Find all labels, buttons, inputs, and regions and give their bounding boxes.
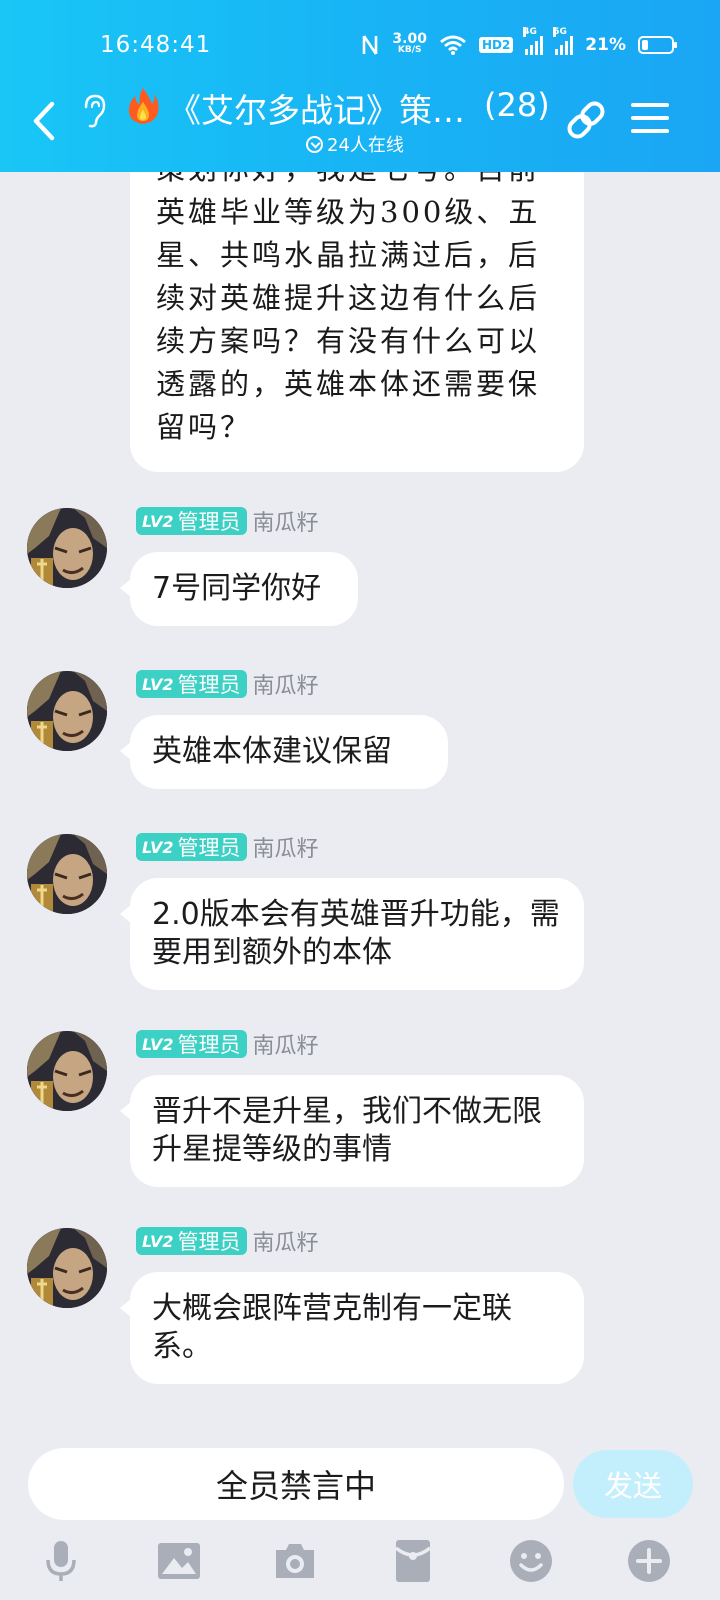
wifi-icon <box>440 35 466 55</box>
net-speed: 3.00 KB/S <box>392 31 427 55</box>
avatar[interactable] <box>27 671 107 751</box>
ear-icon[interactable] <box>78 93 108 129</box>
message-meta: LV2 管理员 南瓜籽 <box>136 505 319 537</box>
avatar[interactable] <box>27 1228 107 1308</box>
status-time: 16:48:41 <box>100 32 212 58</box>
plus-icon[interactable] <box>626 1538 672 1584</box>
avatar-image <box>27 1031 107 1111</box>
back-arrow-icon[interactable] <box>26 96 66 146</box>
sender-name[interactable]: 南瓜籽 <box>253 1225 319 1257</box>
chat-header: 16:48:41 3.00 KB/S HD2 4G 5G 21% 《艾尔多战记》… <box>0 0 720 172</box>
avatar-image <box>27 508 107 588</box>
message-meta: LV2 管理员 南瓜籽 <box>136 668 319 700</box>
message-text: 2.0版本会有英雄晋升功能，需要用到额外的本体 <box>152 897 560 970</box>
message-bubble[interactable]: 晋升不是升星，我们不做无限升星提等级的事情 <box>120 1075 584 1187</box>
nfc-icon <box>363 35 378 55</box>
status-bar: 16:48:41 3.00 KB/S HD2 4G 5G 21% <box>0 0 720 90</box>
message-bubble[interactable]: 2.0版本会有英雄晋升功能，需要用到额外的本体 <box>120 878 584 990</box>
cellular-signal-icon: 4G <box>523 27 544 55</box>
admin-badge: LV2 管理员 <box>136 507 247 535</box>
message-bubble[interactable]: 大概会跟阵营克制有一定联系。 <box>120 1272 584 1384</box>
input-bar: 全员禁言中 发送 <box>0 1430 720 1520</box>
message-meta: LV2 管理员 南瓜籽 <box>136 831 319 863</box>
online-status[interactable]: 24人在线 <box>306 132 404 156</box>
sender-name[interactable]: 南瓜籽 <box>253 505 319 537</box>
admin-badge: LV2 管理员 <box>136 1030 247 1058</box>
menu-icon[interactable] <box>630 100 670 136</box>
avatar[interactable] <box>27 1031 107 1111</box>
battery-icon <box>638 36 677 54</box>
input-toolbar <box>0 1528 720 1600</box>
avatar-image <box>27 834 107 914</box>
battery-level <box>642 40 648 50</box>
avatar[interactable] <box>27 834 107 914</box>
message-text: 大概会跟阵营克制有一定联系。 <box>152 1291 512 1364</box>
admin-badge: LV2 管理员 <box>136 833 247 861</box>
send-button[interactable]: 发送 <box>573 1450 693 1518</box>
admin-badge: LV2 管理员 <box>136 670 247 698</box>
emoji-icon[interactable] <box>508 1538 554 1584</box>
message-text: 英雄本体建议保留 <box>152 734 392 769</box>
muted-input-box: 全员禁言中 <box>28 1448 564 1520</box>
hd-badge: HD2 <box>478 37 514 53</box>
message-bubble[interactable]: 英雄本体建议保留 <box>120 715 448 789</box>
red-packet-icon[interactable] <box>390 1538 436 1584</box>
chat-area[interactable]: 策划你好，我是七号。目前 英雄毕业等级为300级、五 星、共鸣水晶拉满过后，后 … <box>0 0 720 1410</box>
sender-name[interactable]: 南瓜籽 <box>253 831 319 863</box>
member-count[interactable]: (28) <box>484 86 550 124</box>
chevron-down-icon <box>306 135 323 153</box>
link-icon[interactable] <box>562 96 610 144</box>
avatar-image <box>27 671 107 751</box>
camera-icon[interactable] <box>272 1538 318 1584</box>
fire-icon <box>128 88 159 124</box>
admin-badge: LV2 管理员 <box>136 1227 247 1255</box>
message-text: 晋升不是升星，我们不做无限升星提等级的事情 <box>152 1094 542 1167</box>
message-bubble[interactable]: 策划你好，我是七号。目前 英雄毕业等级为300级、五 星、共鸣水晶拉满过后，后 … <box>130 124 584 472</box>
microphone-icon[interactable] <box>38 1538 84 1584</box>
group-title[interactable]: 《艾尔多战记》策… <box>168 84 468 132</box>
image-icon[interactable] <box>156 1538 202 1584</box>
cellular-signal-icon: 5G <box>553 27 574 55</box>
message-meta: LV2 管理员 南瓜籽 <box>136 1225 319 1257</box>
status-icons: 3.00 KB/S HD2 4G 5G 21% <box>360 27 677 60</box>
message-bubble[interactable]: 7号同学你好 <box>120 552 358 626</box>
battery-percent: 21% <box>585 35 626 55</box>
message-meta: LV2 管理员 南瓜籽 <box>136 1028 319 1060</box>
sender-name[interactable]: 南瓜籽 <box>253 668 319 700</box>
message-text: 策划你好，我是七号。目前 英雄毕业等级为300级、五 星、共鸣水晶拉满过后，后 … <box>156 152 541 444</box>
avatar[interactable] <box>27 508 107 588</box>
message-text: 7号同学你好 <box>152 571 322 606</box>
avatar-image <box>27 1228 107 1308</box>
sender-name[interactable]: 南瓜籽 <box>253 1028 319 1060</box>
